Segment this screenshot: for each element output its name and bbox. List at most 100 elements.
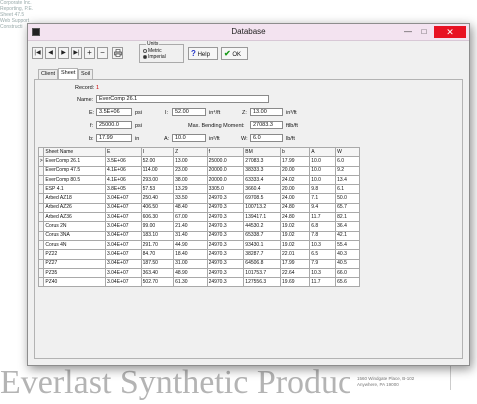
table-cell[interactable]: 3.04E+07 — [104, 193, 142, 204]
table-cell[interactable]: 6.5 — [309, 249, 337, 260]
table-cell[interactable]: Corus 2N — [43, 221, 106, 232]
table-cell[interactable]: ESP 4.1 — [43, 184, 106, 195]
table-cell[interactable]: 183.10 — [140, 230, 175, 241]
table-cell[interactable]: 24970.3 — [206, 249, 245, 260]
column-header[interactable]: b — [280, 146, 311, 158]
table-cell[interactable]: 65.7 — [335, 202, 360, 214]
table-cell[interactable]: 4.1E+06 — [104, 165, 142, 176]
table-cell[interactable]: 31.00 — [173, 258, 208, 269]
table-cell[interactable]: 24.80 — [280, 202, 311, 214]
tab-sheet[interactable]: Sheet — [58, 68, 78, 79]
table-cell[interactable]: 24970.3 — [206, 212, 245, 223]
table-cell[interactable]: 7.8 — [309, 230, 337, 241]
table-cell[interactable]: 20.00 — [280, 184, 311, 195]
table-cell[interactable]: 502.70 — [140, 277, 175, 288]
table-cell[interactable]: 19.02 — [280, 239, 311, 251]
table-cell[interactable]: 24970.3 — [206, 221, 245, 232]
table-cell[interactable]: 13.4 — [335, 174, 360, 186]
table-cell[interactable]: 3.04E+07 — [104, 258, 142, 269]
table-row[interactable]: Arbed AZ36 3.04E+07 606.30 67.00 24970.3 1394… — [37, 212, 360, 223]
e-field[interactable]: 3.5E+06 — [96, 108, 132, 116]
first-record-button[interactable]: |◀ — [32, 47, 43, 59]
table-cell[interactable]: 19.02 — [280, 221, 311, 232]
print-button[interactable] — [112, 47, 123, 59]
last-record-button[interactable]: ▶| — [71, 47, 82, 59]
table-cell[interactable]: 61.30 — [173, 277, 208, 288]
table-cell[interactable]: 187.50 — [140, 258, 175, 269]
table-cell[interactable]: 44.90 — [173, 239, 208, 251]
table-cell[interactable]: 3.04E+07 — [104, 230, 142, 241]
table-cell[interactable]: 3.04E+07 — [104, 202, 142, 214]
table-cell[interactable]: EverComp 47.5 — [43, 165, 106, 176]
table-cell[interactable]: 65.6 — [335, 277, 360, 288]
table-cell[interactable]: 44530.2 — [243, 221, 282, 232]
table-cell[interactable]: 7.1 — [309, 193, 337, 204]
b-field[interactable]: 17.99 — [96, 134, 132, 142]
table-cell[interactable]: 22.64 — [280, 267, 311, 279]
table-row[interactable]: PZ35 3.04E+07 363.40 48.90 24970.3 101753.7 22… — [37, 267, 360, 279]
table-cell[interactable]: 10.0 — [309, 174, 337, 186]
table-cell[interactable]: 3.04E+07 — [104, 249, 142, 260]
table-cell[interactable]: EverComp 80.5 — [43, 174, 106, 186]
table-cell[interactable]: 40.3 — [335, 249, 360, 260]
table-row[interactable]: > EverComp 26.1 3.5E+06 52.00 13.00 25000.0 27… — [37, 156, 360, 167]
table-cell[interactable]: PZ35 — [43, 267, 106, 279]
w-field[interactable]: 6.0 — [250, 134, 283, 142]
table-cell[interactable]: 40.5 — [335, 258, 360, 269]
table-cell[interactable]: 25000.0 — [206, 156, 245, 167]
table-cell[interactable]: 3.5E+06 — [104, 156, 142, 167]
column-header[interactable]: Sheet Name — [43, 146, 106, 158]
table-cell[interactable]: 11.7 — [309, 277, 337, 288]
table-cell[interactable]: PZ27 — [43, 258, 106, 269]
table-row[interactable]: Arbed AZ26 3.04E+07 406.50 48.40 24970.3 1007… — [37, 202, 360, 214]
table-cell[interactable]: 65338.7 — [243, 230, 282, 241]
table-cell[interactable]: 24970.3 — [206, 258, 245, 269]
table-row[interactable]: PZ22 3.04E+07 84.70 18.40 24970.3 38287.7 22.0… — [37, 249, 360, 260]
column-header[interactable]: BM — [243, 146, 282, 158]
table-cell[interactable]: 6.0 — [335, 156, 360, 167]
table-cell[interactable]: 114.00 — [140, 165, 175, 176]
table-cell[interactable]: 11.7 — [309, 212, 337, 223]
table-cell[interactable]: 10.0 — [309, 165, 337, 176]
imperial-radio[interactable]: Imperial — [143, 54, 166, 61]
table-cell[interactable]: 27083.3 — [243, 156, 282, 167]
column-header[interactable]: I — [140, 146, 175, 158]
table-row[interactable]: Corus 2N 3.04E+07 99.00 21.40 24970.3 44530.2… — [37, 221, 360, 232]
table-cell[interactable]: 3.8E+05 — [104, 184, 142, 195]
table-cell[interactable]: 63333.4 — [243, 174, 282, 186]
table-cell[interactable]: 101753.7 — [243, 267, 282, 279]
table-cell[interactable]: 19.02 — [280, 230, 311, 241]
minimize-button[interactable]: — — [401, 26, 415, 38]
table-cell[interactable]: 17.99 — [280, 156, 311, 167]
table-cell[interactable]: 24970.3 — [206, 267, 245, 279]
table-cell[interactable]: 3.04E+07 — [104, 267, 142, 279]
f-field[interactable]: 25000.0 — [96, 121, 132, 129]
help-button[interactable]: ? Help — [188, 47, 218, 60]
table-cell[interactable]: 38333.3 — [243, 165, 282, 176]
table-cell[interactable]: 10.3 — [309, 267, 337, 279]
table-cell[interactable]: Corus 4N — [43, 239, 106, 251]
z-field[interactable]: 13.00 — [250, 108, 283, 116]
table-cell[interactable]: 50.0 — [335, 193, 360, 204]
table-cell[interactable]: 406.50 — [140, 202, 175, 214]
table-cell[interactable]: 20000.0 — [206, 165, 245, 176]
maximize-button[interactable]: □ — [417, 26, 431, 38]
table-cell[interactable]: 24.00 — [280, 193, 311, 204]
add-record-button[interactable]: + — [84, 47, 95, 59]
table-cell[interactable]: 6.1 — [335, 184, 360, 195]
delete-record-button[interactable]: − — [97, 47, 108, 59]
table-cell[interactable]: 127556.3 — [243, 277, 282, 288]
column-header[interactable]: A — [309, 146, 337, 158]
table-row[interactable]: ESP 4.1 3.8E+05 57.53 13.29 3305.0 3660.4 20.0… — [37, 184, 360, 195]
table-cell[interactable]: 139417.1 — [243, 212, 282, 223]
table-row[interactable]: Arbed AZ18 3.04E+07 250.40 33.50 24970.3 6970… — [37, 193, 360, 204]
table-cell[interactable]: 291.70 — [140, 239, 175, 251]
table-cell[interactable]: 3.04E+07 — [104, 239, 142, 251]
table-cell[interactable]: 31.40 — [173, 230, 208, 241]
column-header[interactable]: W — [335, 146, 360, 158]
table-cell[interactable]: Arbed AZ18 — [43, 193, 106, 204]
table-cell[interactable]: 24.02 — [280, 174, 311, 186]
table-cell[interactable]: 82.1 — [335, 212, 360, 223]
title-bar[interactable]: Database — □ ✕ — [28, 24, 469, 41]
table-cell[interactable]: 24.80 — [280, 212, 311, 223]
